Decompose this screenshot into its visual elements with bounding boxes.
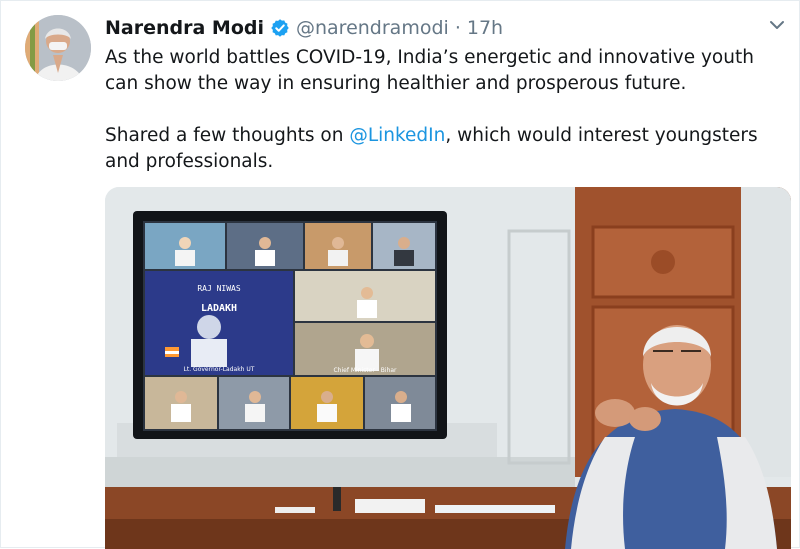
author-handle[interactable]: @narendramodi — [296, 17, 449, 39]
tweet-paragraph-1: As the world battles COVID-19, India’s e… — [105, 47, 754, 94]
tweet-text: As the world battles COVID-19, India’s e… — [105, 45, 789, 175]
screen-governor-caption: Lt. Governor-Ladakh UT — [184, 366, 255, 373]
paragraph-2-lead: Shared a few thoughts on — [105, 125, 350, 146]
screen-raj-niwas: RAJ NIWAS — [197, 284, 241, 293]
avatar-image — [25, 15, 91, 81]
tweet-timestamp[interactable]: 17h — [467, 17, 503, 39]
tweet-photo[interactable]: RAJ NIWAS LADAKH Lt. Governor-Ladakh UT … — [105, 187, 791, 549]
photo-scene: RAJ NIWAS LADAKH Lt. Governor-Ladakh UT … — [105, 187, 791, 549]
chevron-down-icon[interactable] — [767, 15, 787, 35]
verified-badge-icon — [271, 19, 289, 37]
author-name[interactable]: Narendra Modi — [105, 17, 264, 39]
tweet-card[interactable]: Narendra Modi @narendramodi · 17h As the… — [0, 0, 800, 549]
tweet-header: Narendra Modi @narendramodi · 17h — [105, 13, 503, 43]
header-separator: · — [454, 17, 461, 39]
mention-link[interactable]: @LinkedIn — [349, 125, 445, 146]
tweet-paragraph-2: Shared a few thoughts on @LinkedIn, whic… — [105, 123, 789, 175]
avatar[interactable] — [25, 15, 91, 81]
screen-ladakh: LADAKH — [201, 303, 237, 314]
screen-cm-caption: Chief Minister - Bihar — [333, 367, 397, 374]
